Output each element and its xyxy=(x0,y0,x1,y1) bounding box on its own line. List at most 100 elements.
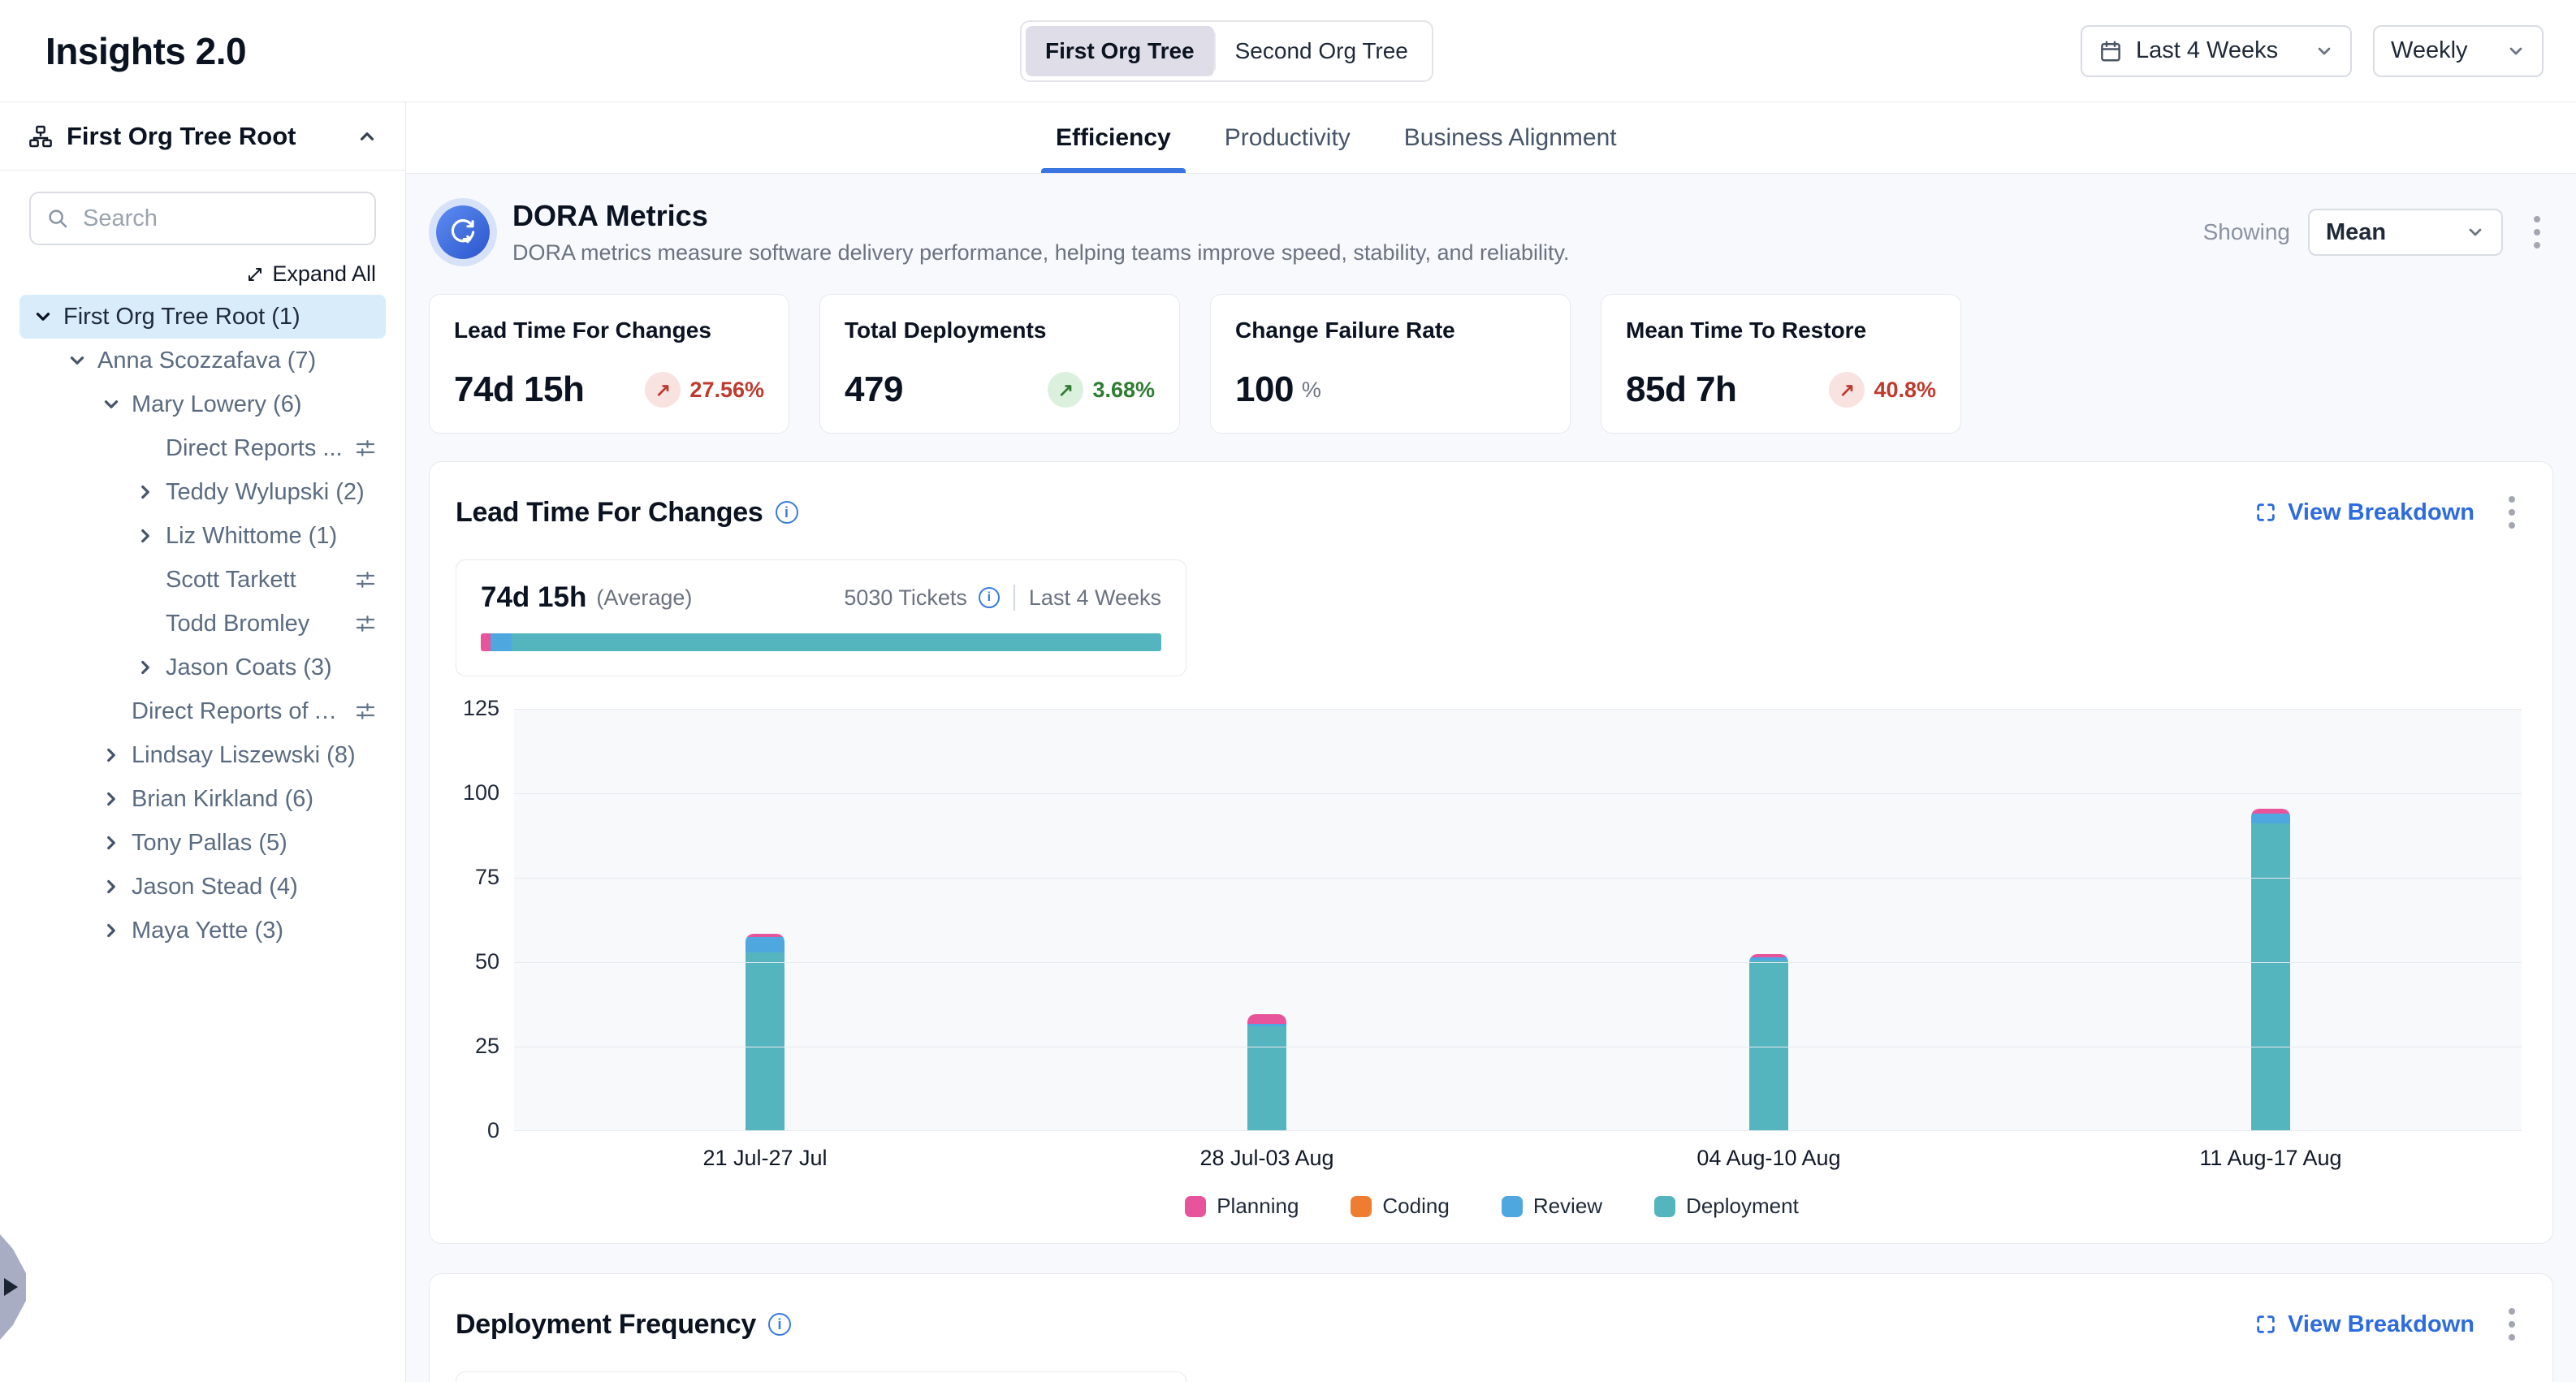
topbar-controls: Last 4 Weeks Weekly xyxy=(2081,25,2544,77)
dora-kebab-menu[interactable] xyxy=(2521,209,2553,255)
filter-sliders-icon[interactable] xyxy=(353,436,378,460)
tree-item[interactable]: First Org Tree Root (1) xyxy=(19,295,386,339)
y-tick-label: 100 xyxy=(463,780,499,805)
stacked-bar[interactable] xyxy=(1247,1014,1286,1131)
tab-business-alignment[interactable]: Business Alignment xyxy=(1404,102,1617,173)
stacked-bar[interactable] xyxy=(2251,809,2290,1131)
tree-item[interactable]: Jason Coats (3) xyxy=(19,646,386,689)
chevron-right-icon[interactable] xyxy=(99,918,123,943)
chevron-down-icon[interactable] xyxy=(65,348,89,373)
calendar-icon xyxy=(2098,39,2123,63)
search-box[interactable] xyxy=(29,192,376,245)
lead-time-panel: Lead Time For Changes View Breakdown xyxy=(429,461,2553,1244)
tree-item-label: Mary Lowery (6) xyxy=(132,391,386,418)
chevron-right-icon[interactable] xyxy=(133,480,158,504)
tree-item[interactable]: Lindsay Liszewski (8) xyxy=(19,733,386,777)
sidebar-header: First Org Tree Root xyxy=(0,102,405,171)
tree-item[interactable]: Direct Reports ... xyxy=(19,426,386,470)
tree-item-label: Lindsay Liszewski (8) xyxy=(132,742,386,769)
tree-item-label: Liz Whittome (1) xyxy=(166,523,386,550)
x-axis-labels: 21 Jul-27 Jul28 Jul-03 Aug04 Aug-10 Aug1… xyxy=(514,1146,2522,1171)
chevron-down-icon[interactable] xyxy=(31,304,55,329)
chevron-right-icon[interactable] xyxy=(133,524,158,548)
chevron-down-icon[interactable] xyxy=(99,392,123,417)
dora-cycle-icon xyxy=(436,205,490,259)
legend-label: Planning xyxy=(1217,1194,1299,1219)
y-tick-label: 0 xyxy=(487,1118,499,1143)
tree-item-label: Tony Pallas (5) xyxy=(132,830,386,857)
showing-select[interactable]: Mean xyxy=(2308,209,2503,256)
y-tick-label: 75 xyxy=(475,865,499,890)
tree-item[interactable]: Todd Bromley xyxy=(19,602,386,646)
stacked-bar[interactable] xyxy=(746,934,784,1131)
y-tick-label: 25 xyxy=(475,1034,499,1059)
main-content: Efficiency Productivity Business Alignme… xyxy=(406,102,2576,1382)
tree-item-label: Direct Reports of A... xyxy=(132,698,345,725)
dora-description: DORA metrics measure software delivery p… xyxy=(512,240,1570,266)
tree-item[interactable]: Liz Whittome (1) xyxy=(19,514,386,558)
info-icon[interactable] xyxy=(768,1313,791,1336)
lead-time-kebab-menu[interactable] xyxy=(2496,490,2528,535)
metric-card-value: 85d 7h xyxy=(1626,369,1736,410)
filter-sliders-icon[interactable] xyxy=(353,568,378,592)
tree-item-label: Anna Scozzafava (7) xyxy=(97,348,386,374)
tree-item[interactable]: Anna Scozzafava (7) xyxy=(19,339,386,382)
legend-label: Coding xyxy=(1382,1194,1449,1219)
bar-slot xyxy=(1518,709,2020,1131)
granularity-select[interactable]: Weekly xyxy=(2373,25,2544,77)
toggle-second-org-tree[interactable]: Second Org Tree xyxy=(1216,26,1428,76)
average-label: (Average) xyxy=(596,585,692,611)
search-input[interactable] xyxy=(81,205,360,233)
expand-all-label: Expand All xyxy=(272,261,376,287)
trend-up-arrow-icon: ↗ xyxy=(1829,372,1865,408)
chevron-right-icon[interactable] xyxy=(133,655,158,680)
metric-card-title: Change Failure Rate xyxy=(1235,317,1545,343)
filter-sliders-icon[interactable] xyxy=(353,611,378,636)
tab-productivity[interactable]: Productivity xyxy=(1225,102,1351,173)
tree-item[interactable]: Jason Stead (4) xyxy=(19,865,386,909)
tab-efficiency[interactable]: Efficiency xyxy=(1056,102,1171,173)
chevron-right-icon[interactable] xyxy=(99,875,123,899)
metric-card-value: 100 xyxy=(1235,369,1294,410)
plot-area xyxy=(514,709,2522,1131)
expand-all-button[interactable]: Expand All xyxy=(245,261,376,287)
chevron-right-icon[interactable] xyxy=(99,831,123,855)
legend-swatch xyxy=(1351,1196,1372,1217)
chevron-down-icon xyxy=(2466,222,2485,242)
tickets-count: 5030 Tickets xyxy=(844,585,967,611)
stacked-bar[interactable] xyxy=(1749,954,1788,1131)
deployment-frequency-kebab-menu[interactable] xyxy=(2496,1302,2528,1347)
tree-item[interactable]: Maya Yette (3) xyxy=(19,909,386,952)
toggle-first-org-tree[interactable]: First Org Tree xyxy=(1026,26,1214,76)
tree-item[interactable]: Direct Reports of A... xyxy=(19,689,386,733)
x-tick-label: 11 Aug-17 Aug xyxy=(2020,1146,2522,1171)
tree-item[interactable]: Mary Lowery (6) xyxy=(19,382,386,426)
view-breakdown-button[interactable]: View Breakdown xyxy=(2250,499,2479,527)
filter-sliders-icon[interactable] xyxy=(353,699,378,723)
view-breakdown-button[interactable]: View Breakdown xyxy=(2250,1311,2479,1339)
showing-value: Mean xyxy=(2326,219,2386,246)
tree-item[interactable]: Scott Tarkett xyxy=(19,558,386,602)
tree-item[interactable]: Tony Pallas (5) xyxy=(19,821,386,865)
expand-all-icon xyxy=(245,265,265,284)
tree-item-label: Scott Tarkett xyxy=(166,567,345,594)
tree-item[interactable]: Brian Kirkland (6) xyxy=(19,777,386,821)
info-icon[interactable] xyxy=(776,501,798,524)
top-bar: Insights 2.0 First Org Tree Second Org T… xyxy=(0,0,2576,102)
dora-metrics-header: DORA Metrics DORA metrics measure softwa… xyxy=(429,198,2553,266)
deployment-frequency-panel: Deployment Frequency View Breakdown xyxy=(429,1273,2553,1382)
legend-item: Review xyxy=(1502,1194,1602,1219)
metric-card-value: 74d 15h xyxy=(454,369,584,410)
org-tree-toggle: First Org Tree Second Org Tree xyxy=(1020,20,1433,82)
date-range-select[interactable]: Last 4 Weeks xyxy=(2081,25,2352,77)
info-icon[interactable] xyxy=(979,587,1000,608)
trend-percent: 40.8% xyxy=(1874,378,1936,403)
collapse-chevron-up-icon[interactable] xyxy=(357,126,378,147)
metric-card: Total Deployments479↗3.68% xyxy=(819,294,1180,434)
view-breakdown-label: View Breakdown xyxy=(2288,499,2474,526)
chevron-right-icon[interactable] xyxy=(99,787,123,811)
sidebar-collapse-handle[interactable] xyxy=(0,1234,26,1340)
chevron-right-icon[interactable] xyxy=(99,743,123,767)
tree-item-label: Jason Stead (4) xyxy=(132,874,386,900)
tree-item[interactable]: Teddy Wylupski (2) xyxy=(19,470,386,514)
